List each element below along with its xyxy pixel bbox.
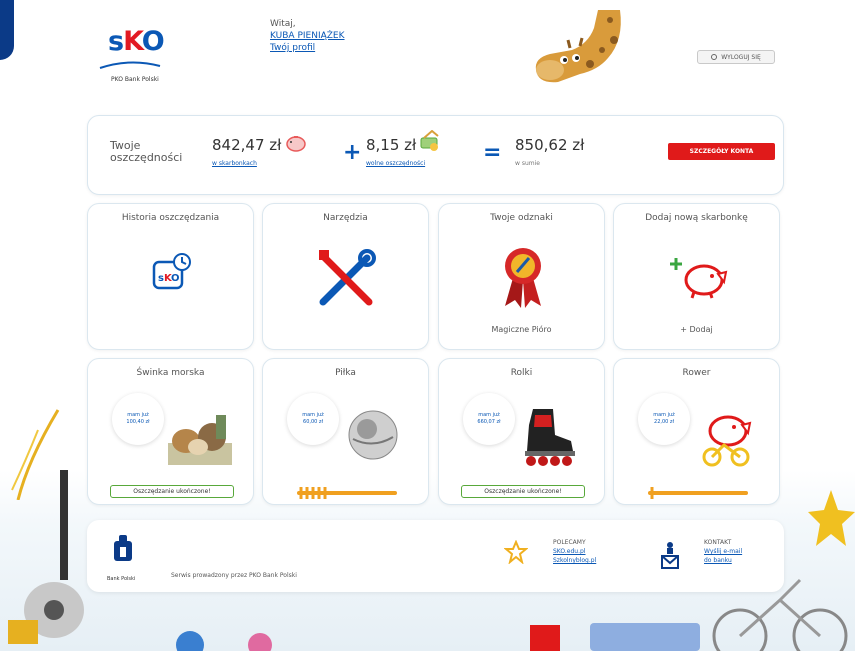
page-footer: Bank Polski Serwis prowadzony przez PKO … (87, 520, 784, 592)
tile-history[interactable]: Historia oszczędzania s K O (87, 203, 254, 350)
amount-bubble: mam już 22,00 zł (638, 393, 690, 445)
total-sub: w sumie (515, 160, 540, 167)
piggybank-bike[interactable]: Rower mam już 22,00 zł (613, 358, 780, 505)
amount-bubble: mam już 660,07 zł (463, 393, 515, 445)
svg-text:O: O (171, 273, 180, 284)
savings-progress-bar (648, 487, 748, 499)
giraffe-mascot-icon (535, 10, 621, 83)
contact-link-email[interactable]: Wyślij e-mail (704, 547, 742, 556)
add-label[interactable]: + Dodaj (614, 325, 779, 334)
letters-decoration-icon (176, 623, 700, 651)
tile-title: Historia oszczędzania (121, 213, 220, 223)
badge-name: Magiczne Pióro (491, 325, 552, 334)
power-icon (711, 54, 718, 60)
completed-status: Oszczędzanie ukończone! (110, 485, 234, 498)
ball-image (348, 410, 398, 460)
money-bag-icon (420, 130, 439, 151)
piggybank-rollerskates[interactable]: Rolki mam już 660,07 zł Oszczędzanie uko… (438, 358, 605, 505)
account-details-button[interactable]: SZCZEGÓŁY KONTA (668, 143, 775, 160)
recommend-link-sko[interactable]: SKO.edu.pl (553, 547, 596, 556)
star-icon (504, 540, 528, 564)
piggy-sub-link[interactable]: w skarbonkach (212, 160, 257, 167)
free-amount: 8,15 zł (366, 136, 417, 154)
recommend-section: POLECAMY SKO.edu.pl Szkolnyblog.pl (553, 538, 596, 565)
contact-link-bank[interactable]: do banku (704, 556, 742, 565)
pko-label: Bank Polski (107, 576, 136, 582)
logout-label: WYLOGUJ SIĘ (721, 53, 761, 61)
bubble-amount: 22,00 zł (654, 419, 674, 425)
recommend-link-blog[interactable]: Szkolnyblog.pl (553, 556, 596, 565)
savings-label: Twoje oszczędności (110, 139, 183, 164)
tile-title: Twoje odznaki (490, 213, 553, 223)
tile-tools[interactable]: Narzędzia (262, 203, 429, 350)
logo-letter-k: K (123, 26, 143, 57)
amount-bubble: mam już 100,40 zł (112, 393, 164, 445)
pko-logo-icon[interactable] (112, 533, 134, 563)
badge-medal-icon (505, 248, 541, 308)
star-decoration-icon (808, 490, 855, 546)
piggybank-title: Rolki (510, 368, 533, 378)
logout-button[interactable]: WYLOGUJ SIĘ (697, 50, 775, 64)
sko-logo[interactable]: sKO PKO Bank Polski (98, 18, 178, 90)
plus-sign: + (343, 140, 362, 165)
piggy-bank-icon (286, 136, 306, 152)
bubble-caption: mam już (302, 412, 324, 418)
free-sub-link[interactable]: wolne oszczędności (366, 160, 425, 167)
tile-add-piggybank[interactable]: Dodaj nową skarbonkę + Dodaj (613, 203, 780, 350)
piggybank-title: Świnka morska (136, 368, 205, 378)
piggybank-ball[interactable]: Piłka mam już 60,00 zł (262, 358, 429, 505)
bubble-amount: 60,00 zł (303, 419, 323, 425)
total-amount: 850,62 zł (515, 136, 585, 154)
savings-progress-bar (297, 487, 397, 499)
bubble-amount: 660,07 zł (477, 419, 501, 425)
savings-history-icon: s K O (152, 253, 191, 290)
logo-subtitle: PKO Bank Polski (111, 76, 159, 83)
guitar-decoration-icon (8, 470, 84, 644)
logo-letter-s: s (108, 26, 124, 57)
recommend-heading: POLECAMY (553, 539, 586, 546)
logo-swoosh-icon (99, 61, 161, 69)
greeting-text: Witaj, (270, 19, 296, 29)
add-piggybank-icon (670, 258, 728, 299)
tile-badges[interactable]: Twoje odznaki Magiczne Pióro (438, 203, 605, 350)
tools-icon (319, 249, 376, 306)
bubble-amount: 100,40 zł (126, 419, 150, 425)
contact-section: KONTAKT Wyślij e-mail do banku (704, 538, 742, 565)
profile-link[interactable]: Twój profil (270, 42, 345, 54)
tile-title: Dodaj nową skarbonkę (645, 213, 748, 223)
service-text: Serwis prowadzony przez PKO Bank Polski (171, 572, 297, 579)
piggybank-title: Piłka (335, 368, 356, 378)
corner-tab (0, 0, 14, 60)
piggy-amount: 842,47 zł (212, 136, 282, 154)
savings-summary: Twoje oszczędności 842,47 zł w skarbonka… (87, 115, 784, 195)
bubble-caption: mam już (127, 412, 149, 418)
equals-sign: = (483, 140, 502, 165)
guinea-pig-image (168, 415, 232, 465)
bubble-caption: mam już (478, 412, 500, 418)
greeting-block: Witaj, KUBA PIENIĄŻEK Twój profil (270, 18, 345, 54)
amount-bubble: mam już 60,00 zł (287, 393, 339, 445)
bubble-caption: mam już (653, 412, 675, 418)
piggybank-title: Rower (682, 368, 711, 378)
tile-title: Narzędzia (323, 213, 368, 223)
completed-status: Oszczędzanie ukończone! (461, 485, 585, 498)
contact-heading: KONTAKT (704, 539, 732, 546)
piggybank-guinea-pig[interactable]: Świnka morska mam już 100,40 zł Oszczędz… (87, 358, 254, 505)
user-name-link[interactable]: KUBA PIENIĄŻEK (270, 30, 345, 42)
mail-icon (661, 542, 679, 569)
piggy-bike-icon (702, 415, 752, 467)
logo-letter-o: O (141, 26, 165, 57)
rollerskate-image (525, 409, 575, 466)
